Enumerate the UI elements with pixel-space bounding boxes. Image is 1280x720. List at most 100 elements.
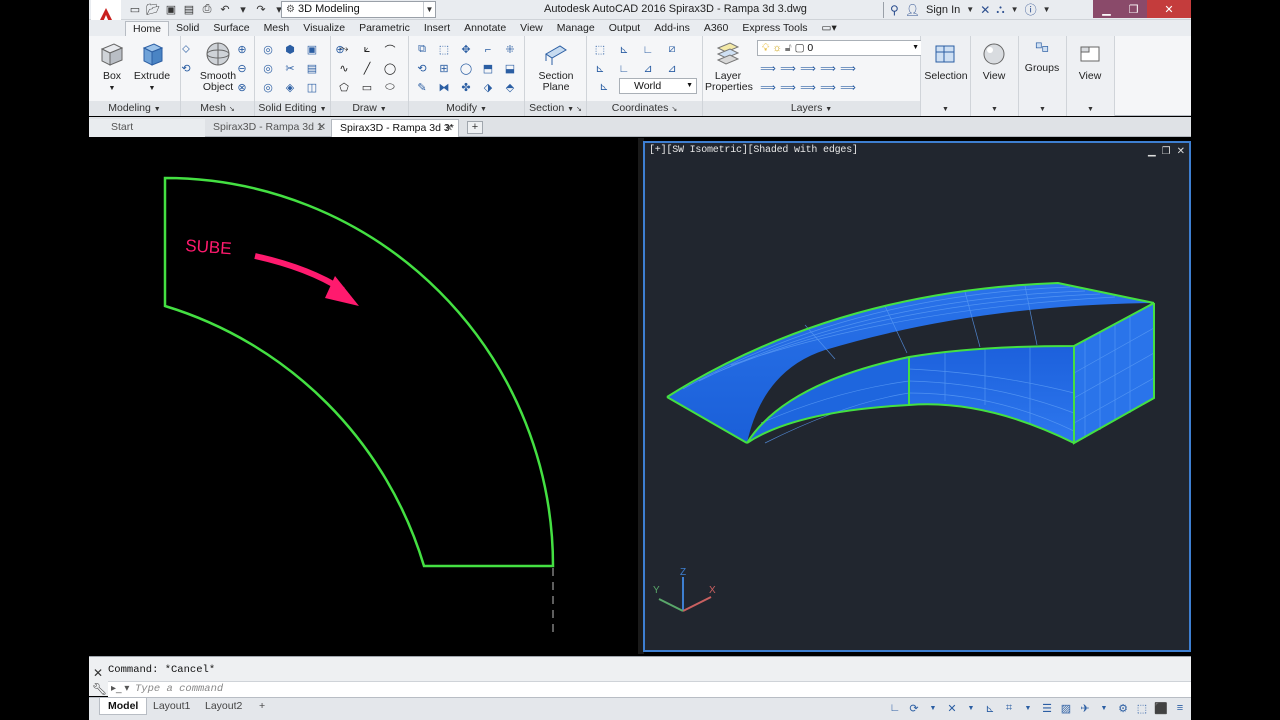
tab-express-tools[interactable]: Express Tools (735, 21, 814, 36)
interfere-icon[interactable]: ✂ (281, 60, 299, 77)
tab-output[interactable]: Output (602, 21, 648, 36)
tab-home[interactable]: Home (125, 21, 170, 36)
panel-title-groups[interactable]: ▼ (1019, 101, 1066, 116)
chevron-down-icon[interactable]: ▼ (1043, 5, 1051, 14)
snap-tracking-icon[interactable]: ⊾ (983, 700, 997, 716)
ortho-icon[interactable]: ∟ (888, 700, 902, 716)
undo-dropdown-icon[interactable]: ▾ (235, 2, 251, 17)
layer-lock-icon[interactable]: ⟹ (819, 60, 837, 77)
stretch-icon[interactable]: ⬓ (501, 60, 519, 77)
chevron-down-icon[interactable]: ▼ (966, 5, 974, 14)
dynamic-input-icon[interactable]: ⌗ (1002, 700, 1016, 716)
layer-thaw-icon[interactable]: ⟹ (799, 79, 817, 96)
scale-icon[interactable]: ⬚ (435, 41, 453, 58)
shell-icon[interactable]: ▣ (303, 41, 321, 58)
polyline-icon[interactable]: ⤳ (335, 41, 353, 58)
annotation-scale-icon[interactable]: ✈ (1078, 700, 1092, 716)
panel-title-section[interactable]: Section ▼ ↘ (525, 101, 586, 116)
extract-edges-icon[interactable]: ◫ (303, 79, 321, 96)
save-icon[interactable]: ▣ (163, 2, 179, 17)
customize-icon[interactable]: 🔧︎ (92, 682, 107, 696)
workspace-switch-icon[interactable]: ⚙ (1116, 700, 1130, 716)
tab-manage[interactable]: Manage (550, 21, 602, 36)
redo-icon[interactable]: ↷ (253, 2, 269, 17)
ucs-3point-icon[interactable]: ⧄ (663, 41, 681, 58)
exchange-apps-icon[interactable]: ✕ (980, 3, 990, 17)
layer-on-icon[interactable]: ⟹ (759, 79, 777, 96)
panel-title-draw[interactable]: Draw ▼ (331, 101, 408, 116)
new-tab-button[interactable]: + (467, 121, 483, 134)
copy-icon[interactable]: ⧉ (413, 41, 431, 58)
layer-unlock-icon[interactable]: ⟹ (819, 79, 837, 96)
layer-select[interactable]: 💡︎ ☼ 🔓︎ ▢ 0 ▼ (757, 40, 923, 56)
save-as-icon[interactable]: ▤ (181, 2, 197, 17)
explode-icon[interactable]: ⁜ (501, 41, 519, 58)
workspace-select[interactable]: ⚙ 3D Modeling ▼ (281, 1, 436, 18)
customization-icon[interactable]: ≡ (1173, 700, 1187, 716)
chevron-down-icon[interactable]: ▼ (926, 700, 940, 716)
minimize-button[interactable]: ▁ (1093, 0, 1120, 18)
stay-connected-icon[interactable]: ⛬ (996, 2, 1004, 17)
chevron-down-icon[interactable]: ▼ (964, 700, 978, 716)
chamfer-icon[interactable]: ⬘ (501, 79, 519, 96)
ucs-object-icon[interactable]: ∟ (615, 60, 633, 77)
trim-icon[interactable]: ✤ (457, 79, 475, 96)
layer-off-icon[interactable]: ⟹ (759, 60, 777, 77)
ucs-world-select[interactable]: World ▼ (619, 78, 697, 94)
thicken-icon[interactable]: ◈ (281, 79, 299, 96)
ucs-icon[interactable]: ⊾ (595, 78, 613, 95)
groups-button[interactable]: Groups (1019, 40, 1065, 74)
rectangle-icon[interactable]: ▭ (358, 79, 376, 96)
panel-title-view[interactable]: ▼ (971, 101, 1018, 116)
circle-modify-icon[interactable]: ◯ (457, 60, 475, 77)
chevron-down-icon[interactable]: ▼ (1097, 700, 1111, 716)
ucs-origin-icon[interactable]: ∟ (639, 41, 657, 58)
ucs-face-icon[interactable]: ⬚ (591, 41, 609, 58)
tab-add-ins[interactable]: Add-ins (647, 21, 697, 36)
help-icon[interactable]: ⓘ (1025, 1, 1037, 18)
array-icon[interactable]: ⊞ (435, 60, 453, 77)
polar-icon[interactable]: ⟳ (907, 700, 921, 716)
view-button[interactable]: View (971, 40, 1017, 82)
ucs-named-icon[interactable]: ⊾ (615, 41, 633, 58)
panel-title-modify[interactable]: Modify ▼ (409, 101, 524, 116)
slice-icon[interactable]: ⬢ (281, 41, 299, 58)
viewport-plan[interactable]: SUBE (89, 138, 638, 654)
3d-polyline-icon[interactable]: ⟀ (358, 41, 376, 58)
subtract-icon[interactable]: ◎ (259, 60, 277, 77)
layer-freeze-icon[interactable]: ⟹ (799, 60, 817, 77)
chevron-down-icon[interactable]: ▼ (1011, 5, 1019, 14)
panel-title-solid-editing[interactable]: Solid Editing ▼ (255, 101, 330, 116)
polygon-icon[interactable]: ⬠ (335, 79, 353, 96)
panel-title-selection[interactable]: ▼ (921, 101, 970, 116)
viewport-3d[interactable]: [+][SW Isometric][Shaded with edges] ▁ ❐… (643, 141, 1191, 652)
section-plane-button[interactable]: Section Plane (533, 40, 579, 93)
arc-icon[interactable]: ⌒ (381, 41, 399, 58)
command-prompt-icon[interactable]: ▸_ ▾ (111, 683, 129, 694)
extrude-button[interactable]: Extrude ▼ (129, 40, 175, 94)
layout-tab-layout1[interactable]: Layout1 (145, 698, 198, 715)
close-button[interactable]: ✕ (1147, 0, 1191, 18)
tab-solid[interactable]: Solid (169, 21, 206, 36)
layer-properties-button[interactable]: Layer Properties (705, 40, 753, 93)
clean-screen-icon[interactable]: ⬛ (1154, 700, 1168, 716)
tab-parametric[interactable]: Parametric (352, 21, 417, 36)
open-icon[interactable]: 📂︎ (145, 2, 161, 17)
transparency-icon[interactable]: ▨ (1059, 700, 1073, 716)
panel-title-view-2[interactable]: ▼ (1067, 101, 1114, 116)
layout-tab-model[interactable]: Model (99, 698, 148, 715)
tab-surface[interactable]: Surface (206, 21, 256, 36)
binoculars-icon[interactable]: ⚲ (890, 3, 899, 17)
refine-mesh-icon[interactable]: ⊗ (233, 79, 251, 96)
close-icon[interactable]: ✕ (93, 666, 103, 680)
ellipse-icon[interactable]: ⬭ (381, 79, 399, 96)
isolate-objects-icon[interactable]: ⬚ (1135, 700, 1149, 716)
union-icon[interactable]: ◎ (259, 41, 277, 58)
line-icon[interactable]: ╱ (358, 60, 376, 77)
ucs-x-icon[interactable]: ⊿ (663, 60, 681, 77)
layer-current-icon[interactable]: ⟹ (839, 79, 857, 96)
circle-icon[interactable]: ◯ (381, 60, 399, 77)
undo-icon[interactable]: ↶ (217, 2, 233, 17)
layout-tab-layout2[interactable]: Layout2 (197, 698, 250, 715)
panel-title-modeling[interactable]: Modeling ▼ (89, 101, 180, 116)
